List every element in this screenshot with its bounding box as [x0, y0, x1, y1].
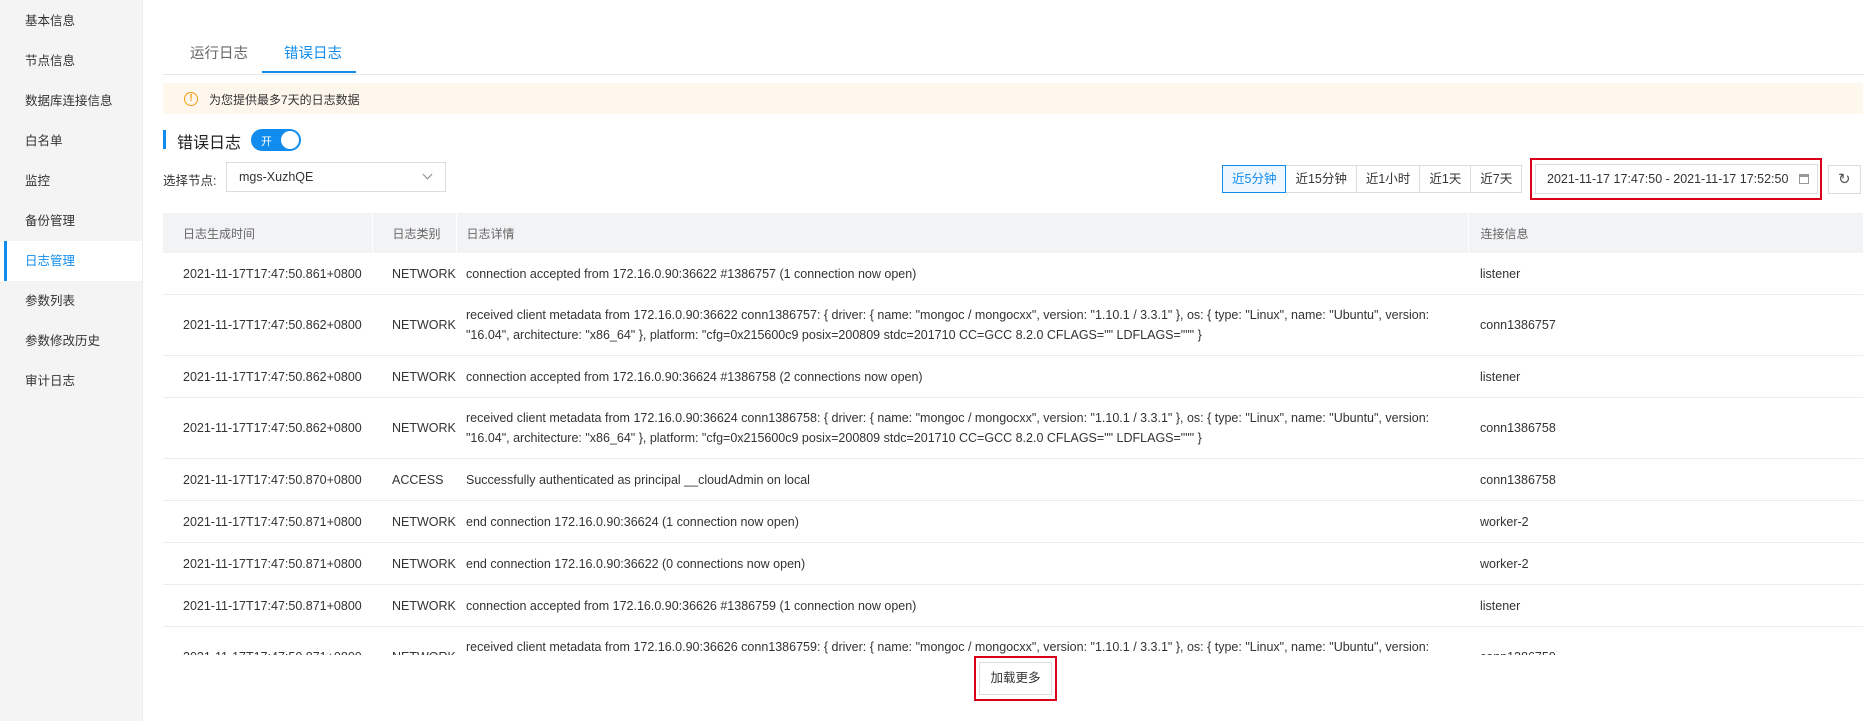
- cell-detail: connection accepted from 172.16.0.90:366…: [456, 355, 1468, 398]
- info-icon: !: [184, 92, 198, 106]
- cell-detail: received client metadata from 172.16.0.9…: [456, 626, 1468, 655]
- table-row: 2021-11-17T17:47:50.870+0800 ACCESS Succ…: [163, 458, 1863, 501]
- toggle-label: 开: [261, 136, 272, 148]
- error-log-table: 日志生成时间 日志类别 日志详情 连接信息 2021-11-17T17:47:5…: [163, 213, 1863, 655]
- cell-time: 2021-11-17T17:47:50.862+0800: [163, 397, 372, 459]
- cell-detail: connection accepted from 172.16.0.90:366…: [456, 584, 1468, 627]
- cell-connection: conn1386759: [1468, 626, 1863, 655]
- cell-category: NETWORK: [372, 355, 456, 398]
- cell-category: NETWORK: [372, 500, 456, 543]
- sidebar-item-basic-info[interactable]: 基本信息: [0, 1, 142, 41]
- column-header-detail: 日志详情: [456, 213, 1469, 253]
- tab-run-log[interactable]: 运行日志: [190, 42, 248, 63]
- time-range-group: 近5分钟 近15分钟 近1小时 近1天 近7天: [1222, 165, 1523, 193]
- node-select-label: 选择节点:: [163, 174, 217, 188]
- table-row: 2021-11-17T17:47:50.861+0800 NETWORK con…: [163, 253, 1863, 295]
- cell-time: 2021-11-17T17:47:50.871+0800: [163, 584, 372, 627]
- section-title: 错误日志: [177, 135, 242, 152]
- table-row: 2021-11-17T17:47:50.862+0800 NETWORK rec…: [163, 294, 1863, 356]
- sidebar: 基本信息 节点信息 数据库连接信息 白名单 监控 备份管理 日志管理 参数列表 …: [0, 0, 143, 721]
- notice-text: 为您提供最多7天的日志数据: [209, 93, 360, 107]
- table-row: 2021-11-17T17:47:50.871+0800 NETWORK con…: [163, 584, 1863, 627]
- refresh-button[interactable]: ↻: [1828, 165, 1861, 194]
- node-select-value: mgs-XuzhQE: [239, 170, 314, 184]
- range-5min-button[interactable]: 近5分钟: [1222, 165, 1287, 193]
- sidebar-item-node-info[interactable]: 节点信息: [0, 41, 142, 81]
- cell-category: NETWORK: [372, 253, 456, 295]
- cell-detail: Successfully authenticated as principal …: [456, 458, 1468, 501]
- sidebar-item-param-list[interactable]: 参数列表: [0, 281, 142, 321]
- table-header-row: 日志生成时间 日志类别 日志详情 连接信息: [163, 213, 1863, 253]
- range-1hour-button[interactable]: 近1小时: [1355, 165, 1421, 193]
- sidebar-item-param-history[interactable]: 参数修改历史: [0, 321, 142, 361]
- notice-banner: ! 为您提供最多7天的日志数据: [163, 83, 1863, 114]
- calendar-icon: [1799, 174, 1809, 184]
- column-header-connection: 连接信息: [1468, 213, 1863, 253]
- node-select[interactable]: mgs-XuzhQE: [226, 162, 446, 192]
- cell-detail: end connection 172.16.0.90:36622 (0 conn…: [456, 542, 1468, 585]
- error-log-toggle[interactable]: 开: [251, 129, 301, 151]
- sidebar-item-audit-log[interactable]: 审计日志: [0, 361, 142, 401]
- range-15min-button[interactable]: 近15分钟: [1285, 165, 1357, 193]
- cell-detail: end connection 172.16.0.90:36624 (1 conn…: [456, 500, 1468, 543]
- cell-time: 2021-11-17T17:47:50.871+0800: [163, 500, 372, 543]
- sidebar-item-db-connection[interactable]: 数据库连接信息: [0, 81, 142, 121]
- toggle-knob: [281, 131, 299, 149]
- cell-time: 2021-11-17T17:47:50.862+0800: [163, 294, 372, 356]
- cell-category: NETWORK: [372, 397, 456, 459]
- table-row: 2021-11-17T17:47:50.862+0800 NETWORK rec…: [163, 397, 1863, 459]
- sidebar-item-monitor[interactable]: 监控: [0, 161, 142, 201]
- cell-category: NETWORK: [372, 626, 456, 655]
- sidebar-item-log-management[interactable]: 日志管理: [0, 241, 142, 281]
- cell-connection: worker-2: [1468, 542, 1863, 585]
- tab-active-indicator: [262, 71, 356, 73]
- cell-connection: listener: [1468, 355, 1863, 398]
- table-row: 2021-11-17T17:47:50.871+0800 NETWORK rec…: [163, 626, 1863, 655]
- load-more-highlight: 加载更多: [974, 656, 1057, 701]
- cell-connection: worker-2: [1468, 500, 1863, 543]
- table-row: 2021-11-17T17:47:50.862+0800 NETWORK con…: [163, 355, 1863, 398]
- cell-connection: conn1386758: [1468, 397, 1863, 459]
- cell-detail: received client metadata from 172.16.0.9…: [456, 397, 1468, 459]
- cell-time: 2021-11-17T17:47:50.871+0800: [163, 542, 372, 585]
- date-range-value: 2021-11-17 17:47:50 - 2021-11-17 17:52:5…: [1547, 172, 1789, 186]
- cell-time: 2021-11-17T17:47:50.861+0800: [163, 253, 372, 295]
- cell-detail: received client metadata from 172.16.0.9…: [456, 294, 1468, 356]
- cell-category: NETWORK: [372, 542, 456, 585]
- cell-connection: listener: [1468, 584, 1863, 627]
- range-1day-button[interactable]: 近1天: [1419, 165, 1472, 193]
- range-7day-button[interactable]: 近7天: [1470, 165, 1523, 193]
- log-tabs: 运行日志 错误日志: [163, 28, 1864, 75]
- cell-connection: conn1386758: [1468, 458, 1863, 501]
- cell-category: ACCESS: [372, 458, 456, 501]
- cell-time: 2021-11-17T17:47:50.862+0800: [163, 355, 372, 398]
- cell-time: 2021-11-17T17:47:50.870+0800: [163, 458, 372, 501]
- column-header-category: 日志类别: [372, 213, 457, 253]
- cell-detail: connection accepted from 172.16.0.90:366…: [456, 253, 1468, 295]
- chevron-down-icon: [422, 169, 433, 180]
- column-header-time: 日志生成时间: [163, 213, 373, 253]
- sidebar-item-whitelist[interactable]: 白名单: [0, 121, 142, 161]
- date-range-picker[interactable]: 2021-11-17 17:47:50 - 2021-11-17 17:52:5…: [1535, 164, 1818, 194]
- main-content: 运行日志 错误日志 ! 为您提供最多7天的日志数据 错误日志 开 选择节点: m…: [163, 0, 1864, 721]
- section-accent-bar: [163, 130, 166, 149]
- cell-connection: conn1386757: [1468, 294, 1863, 356]
- date-range-highlight: 2021-11-17 17:47:50 - 2021-11-17 17:52:5…: [1530, 158, 1822, 200]
- cell-connection: listener: [1468, 253, 1863, 295]
- cell-category: NETWORK: [372, 294, 456, 356]
- cell-time: 2021-11-17T17:47:50.871+0800: [163, 626, 372, 655]
- table-row: 2021-11-17T17:47:50.871+0800 NETWORK end…: [163, 500, 1863, 543]
- table-row: 2021-11-17T17:47:50.871+0800 NETWORK end…: [163, 542, 1863, 585]
- cell-category: NETWORK: [372, 584, 456, 627]
- refresh-icon: ↻: [1838, 171, 1851, 188]
- load-more-button[interactable]: 加载更多: [979, 662, 1052, 695]
- tab-error-log[interactable]: 错误日志: [284, 42, 342, 63]
- sidebar-item-backup[interactable]: 备份管理: [0, 201, 142, 241]
